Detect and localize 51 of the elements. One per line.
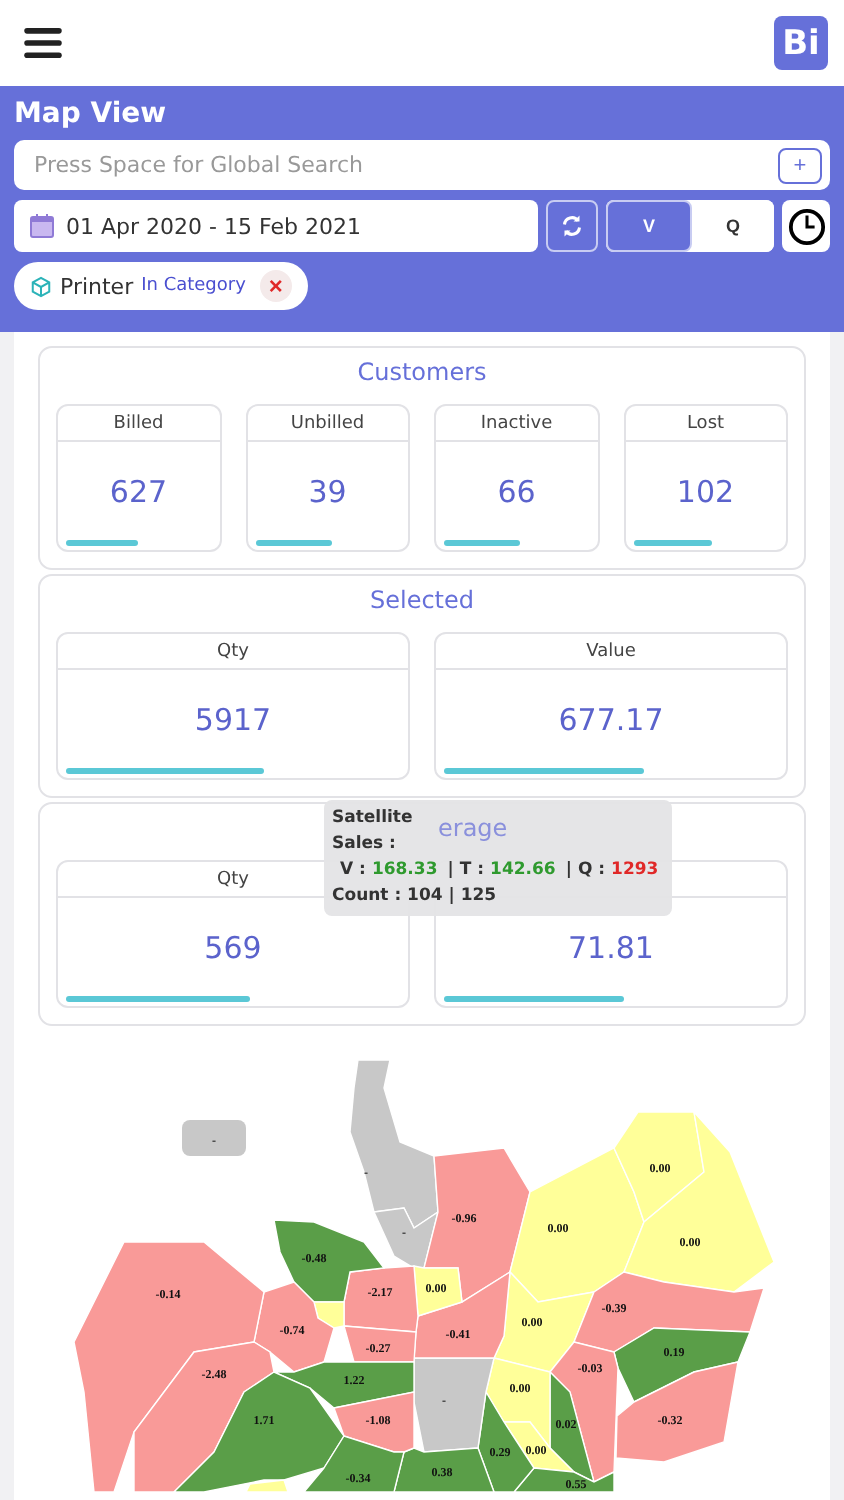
- metric-value: 39: [308, 473, 347, 509]
- date-range-text: 01 Apr 2020 - 15 Feb 2021: [66, 213, 361, 239]
- chip-scope: In Category: [141, 276, 246, 296]
- refresh-button[interactable]: [546, 200, 598, 252]
- metric-label: Lost: [686, 413, 725, 433]
- menu-icon[interactable]: [24, 28, 62, 58]
- refresh-icon: [560, 214, 584, 238]
- chip-label: Printer: [60, 273, 134, 299]
- filter-chip[interactable]: Printer In Category ×: [14, 262, 308, 310]
- section-title: Customers: [355, 356, 489, 388]
- metric-label: Qty: [217, 641, 249, 661]
- history-button[interactable]: [782, 200, 830, 252]
- tooltip-title: Satellite: [332, 806, 413, 832]
- remove-button[interactable]: ×: [259, 270, 292, 302]
- map-region[interactable]: [512, 1467, 615, 1492]
- cube-icon: [30, 275, 52, 297]
- clock-icon: [787, 207, 825, 245]
- tooltip-label: Sales :: [332, 832, 396, 858]
- section-title: erage: [438, 812, 508, 844]
- metric-label: Inactive: [480, 413, 553, 433]
- page-title: Map View: [14, 98, 169, 130]
- calendar-icon: [30, 214, 54, 238]
- metric-value: 569: [204, 929, 262, 965]
- tooltip-value: 142.66: [490, 858, 556, 884]
- map-region[interactable]: [413, 1265, 463, 1317]
- date-range-field[interactable]: 01 Apr 2020 - 15 Feb 2021: [14, 200, 538, 252]
- separator-text: |: [447, 858, 454, 884]
- section-title: Selected: [367, 584, 477, 616]
- tooltip-value-label: T :: [459, 858, 485, 884]
- metric-label: Billed: [113, 413, 164, 433]
- search-field[interactable]: Press Space for Global Search +: [14, 140, 830, 190]
- map-region[interactable]: [485, 1357, 551, 1451]
- tooltip-value-label: V :: [340, 858, 366, 884]
- separator-text: |: [565, 858, 572, 884]
- toggle-option[interactable]: V: [606, 200, 692, 252]
- map-region[interactable]: [549, 1341, 619, 1483]
- metric-value: 66: [497, 473, 536, 509]
- metric-value: 5917: [194, 701, 272, 737]
- tooltip-value: 168.33: [371, 858, 438, 884]
- metric-label: Unbilled: [290, 413, 365, 433]
- metric-value: 102: [676, 473, 735, 509]
- metric-label: Value: [586, 641, 636, 661]
- app-logo: Bi: [774, 16, 828, 70]
- tooltip-value: 1293: [611, 858, 659, 884]
- tooltip-value-label: Q :: [577, 858, 606, 884]
- metric-label: Qty: [217, 869, 249, 889]
- metric-value: 677.17: [558, 701, 664, 737]
- metric-value: 627: [109, 473, 168, 509]
- metric-value: 71.81: [568, 929, 654, 965]
- add-button[interactable]: +: [778, 147, 822, 183]
- tooltip-count: Count : 104 | 125: [332, 884, 497, 910]
